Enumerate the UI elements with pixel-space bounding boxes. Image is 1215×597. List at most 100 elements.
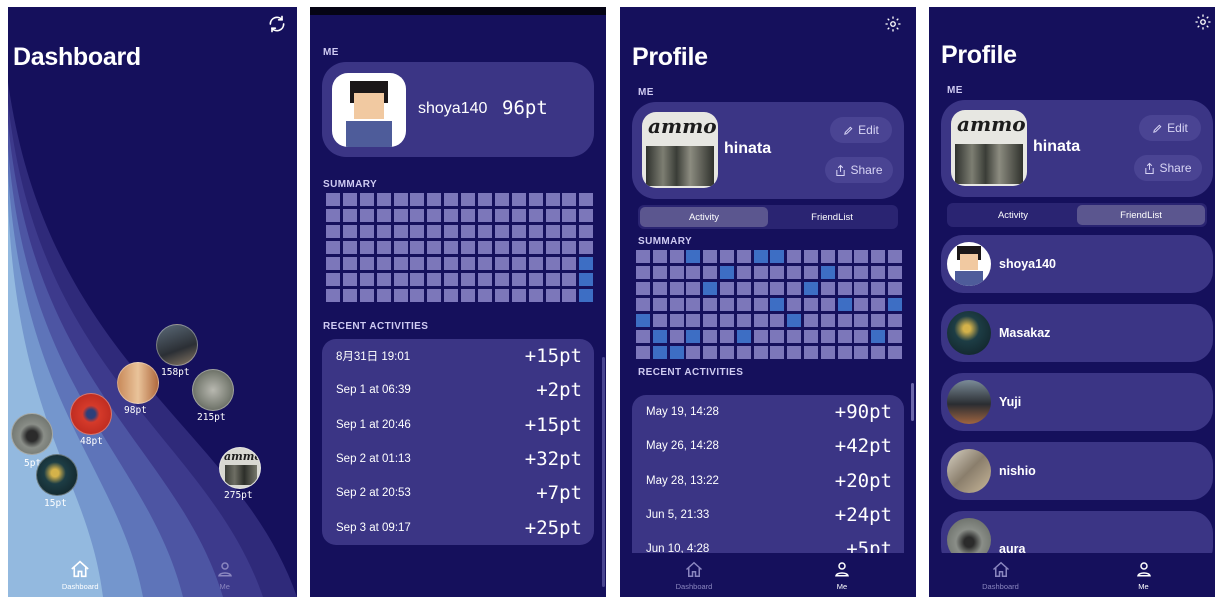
heatmap-cell <box>393 241 408 254</box>
avatar <box>947 380 991 424</box>
person-icon <box>217 562 232 577</box>
share-button[interactable]: Share <box>825 157 893 183</box>
activity-bubble[interactable] <box>192 369 234 411</box>
activity-row[interactable]: Sep 2 at 01:13 +32pt <box>322 442 594 476</box>
heatmap-cell <box>736 314 751 327</box>
activity-bubble[interactable] <box>156 324 198 366</box>
heatmap-cell <box>703 250 718 263</box>
heatmap-cell <box>545 225 560 238</box>
friend-row[interactable]: Masakaz <box>941 304 1213 362</box>
heatmap-cell <box>444 209 459 222</box>
tab-friendlist[interactable]: FriendList <box>1077 205 1205 225</box>
activity-bubble[interactable] <box>117 362 159 404</box>
tab-me[interactable]: Me <box>768 553 916 597</box>
activity-row[interactable]: Sep 3 at 09:17 +25pt <box>322 510 594 544</box>
heatmap-cell <box>410 209 425 222</box>
summary-heatmap <box>636 250 902 359</box>
tab-activity[interactable]: Activity <box>640 207 768 227</box>
activity-row[interactable]: Sep 2 at 20:53 +7pt <box>322 476 594 510</box>
tab-activity[interactable]: Activity <box>949 205 1077 225</box>
heatmap-cell <box>887 282 902 295</box>
section-me: ME <box>947 85 963 96</box>
heatmap-cell <box>669 250 684 263</box>
heatmap-cell <box>871 346 886 359</box>
share-label: Share <box>1159 161 1192 175</box>
activity-row[interactable]: 8月31日 19:01 +15pt <box>322 339 594 373</box>
heatmap-cell <box>427 193 442 206</box>
edit-button[interactable]: Edit <box>1139 115 1201 141</box>
tab-bar: Dashboard Me <box>8 553 297 597</box>
heatmap-cell <box>803 282 818 295</box>
activity-row[interactable]: May 26, 14:28 +42pt <box>632 429 904 463</box>
bubble-points-label: 158pt <box>161 367 190 378</box>
heatmap-cell <box>669 314 684 327</box>
activity-row[interactable]: Jun 5, 21:33 +24pt <box>632 498 904 532</box>
activity-bubble[interactable] <box>36 454 78 496</box>
activity-row[interactable]: May 19, 14:28 +90pt <box>632 395 904 429</box>
heatmap-cell <box>376 273 391 286</box>
edit-button[interactable]: Edit <box>830 117 892 143</box>
tab-me[interactable]: Me <box>1072 553 1215 597</box>
heatmap-cell <box>494 289 509 302</box>
activity-bubble[interactable] <box>70 393 112 435</box>
heatmap-cell <box>887 266 902 279</box>
scrollbar[interactable] <box>911 383 914 421</box>
friend-row[interactable]: nishio <box>941 442 1213 500</box>
friend-row[interactable]: Yuji <box>941 373 1213 431</box>
page-title: Profile <box>632 43 708 71</box>
heatmap-cell <box>562 193 577 206</box>
activity-row[interactable]: Sep 1 at 20:46 +15pt <box>322 408 594 442</box>
scrollbar[interactable] <box>602 357 605 587</box>
tab-label: Dashboard <box>675 582 713 591</box>
heatmap-cell <box>359 209 374 222</box>
activity-row[interactable]: Jun 10, 4:28 +5pt <box>632 532 904 555</box>
activity-points: +15pt <box>524 413 582 436</box>
heatmap-cell <box>887 346 902 359</box>
heatmap-cell <box>579 225 594 238</box>
heatmap-cell <box>636 282 650 295</box>
heatmap-cell <box>753 346 768 359</box>
heatmap-cell <box>579 289 594 302</box>
settings-button[interactable] <box>1190 9 1215 35</box>
heatmap-cell <box>669 330 684 343</box>
bubble-points-label: 48pt <box>80 436 103 447</box>
heatmap-cell <box>376 257 391 270</box>
tab-dashboard[interactable]: Dashboard <box>929 553 1072 597</box>
heatmap-cell <box>636 250 650 263</box>
profile-card: ammo hinata Edit Share <box>632 102 904 199</box>
heatmap-cell <box>686 346 701 359</box>
refresh-button[interactable] <box>264 11 290 37</box>
heatmap-cell <box>326 289 340 302</box>
activity-bubble[interactable]: ammo <box>219 447 261 489</box>
share-button[interactable]: Share <box>1134 155 1202 181</box>
heatmap-cell <box>579 241 594 254</box>
heatmap-cell <box>359 225 374 238</box>
heatmap-cell <box>837 250 852 263</box>
heatmap-cell <box>854 250 869 263</box>
profile-username: shoya140 <box>418 100 488 117</box>
tab-dashboard[interactable]: Dashboard <box>620 553 768 597</box>
page-title: Dashboard <box>13 43 141 71</box>
tab-friendlist[interactable]: FriendList <box>768 207 896 227</box>
avatar <box>947 311 991 355</box>
activity-row[interactable]: May 28, 13:22 +20pt <box>632 464 904 498</box>
heatmap-cell <box>719 330 734 343</box>
tab-bar: Dashboard Me <box>620 553 916 597</box>
heatmap-cell <box>703 330 718 343</box>
heatmap-cell <box>359 241 374 254</box>
tab-dashboard[interactable]: Dashboard <box>8 553 153 597</box>
activity-bubble[interactable] <box>11 413 53 455</box>
tab-me[interactable]: Me <box>153 553 298 597</box>
activity-row[interactable]: Sep 1 at 06:39 +2pt <box>322 373 594 407</box>
heatmap-cell <box>803 298 818 311</box>
settings-button[interactable] <box>880 11 906 37</box>
heatmap-cell <box>393 289 408 302</box>
tab-bar: Dashboard Me <box>929 553 1215 597</box>
heatmap-cell <box>427 225 442 238</box>
heatmap-cell <box>753 266 768 279</box>
tab-label: Dashboard <box>61 582 99 591</box>
friend-row[interactable]: shoya140 <box>941 235 1213 293</box>
band-photo <box>225 465 257 485</box>
heatmap-cell <box>787 346 802 359</box>
heatmap-cell <box>871 266 886 279</box>
